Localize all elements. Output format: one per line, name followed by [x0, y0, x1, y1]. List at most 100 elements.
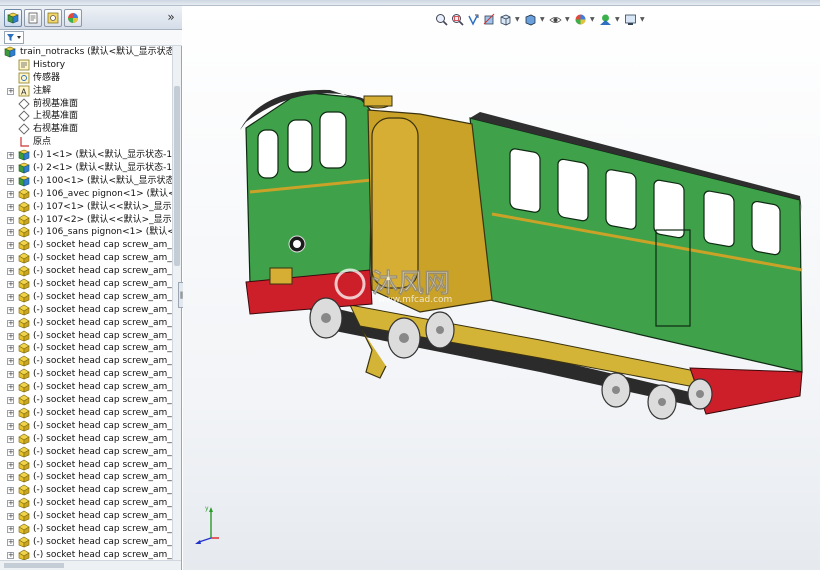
tree-item[interactable]: + (-) 2<1> (默认<默认_显示状态-1>: [0, 162, 172, 175]
expand-toggle-icon[interactable]: +: [7, 332, 14, 340]
tree-item[interactable]: + (-) 106_sans pignon<1> (默认<<: [0, 226, 172, 239]
part-icon: [18, 240, 30, 251]
tree-item[interactable]: + (-) socket head cap screw_am_B: [0, 278, 172, 291]
tree-item[interactable]: + (-) socket head cap screw_am_B: [0, 265, 172, 278]
expand-toggle-icon[interactable]: +: [7, 551, 14, 559]
tree-item[interactable]: + (-) socket head cap screw_am_B: [0, 355, 172, 368]
tree-root-assembly[interactable]: train_notracks (默认<默认_显示状态-: [0, 46, 172, 59]
displaymanager-tab-icon[interactable]: [64, 9, 82, 27]
expand-toggle-icon[interactable]: +: [7, 538, 14, 546]
tree-item[interactable]: + (-) socket head cap screw_am_B: [0, 252, 172, 265]
tree-horizontal-scrollbar[interactable]: [0, 560, 181, 570]
expand-toggle-icon[interactable]: +: [7, 422, 14, 430]
expand-toggle-icon[interactable]: +: [7, 345, 14, 353]
tree-item[interactable]: + (-) socket head cap screw_am_B: [0, 291, 172, 304]
tree-item[interactable]: + (-) socket head cap screw_am_B: [0, 304, 172, 317]
tree-item[interactable]: + (-) socket head cap screw_am_B: [0, 471, 172, 484]
filter-button[interactable]: [4, 31, 24, 44]
svg-text:A: A: [21, 87, 27, 96]
expand-toggle-icon[interactable]: +: [7, 165, 14, 173]
tree-item[interactable]: + (-) socket head cap screw_am_B: [0, 239, 172, 252]
graphics-viewport[interactable]: ▼ ▼ ▼ ▼ ▼ ▼ 沐风网 www.mfcad.com y: [183, 6, 820, 570]
expand-toggle-icon[interactable]: +: [7, 281, 14, 289]
expand-toggle-icon[interactable]: +: [7, 474, 14, 482]
tree-item-label: (-) socket head cap screw_am_B: [33, 317, 172, 328]
tree-item[interactable]: + (-) socket head cap screw_am_B: [0, 497, 172, 510]
expand-toggle-icon[interactable]: +: [7, 152, 14, 160]
tree-item[interactable]: 前视基准面: [0, 97, 172, 111]
expand-toggle-icon[interactable]: +: [7, 255, 14, 263]
tree-item[interactable]: + (-) socket head cap screw_am_B: [0, 368, 172, 381]
expand-toggle-icon[interactable]: +: [7, 268, 14, 276]
tree-item[interactable]: 原点: [0, 136, 172, 149]
tree-item[interactable]: + (-) socket head cap screw_am_B: [0, 317, 172, 330]
expand-toggle-icon[interactable]: +: [7, 409, 14, 417]
tree-item[interactable]: 传感器: [0, 72, 172, 85]
tree-item[interactable]: + (-) socket head cap screw_am_B: [0, 342, 172, 355]
tree-item-label: (-) 106_sans pignon<1> (默认<<: [33, 227, 172, 238]
expand-toggle-icon[interactable]: +: [7, 435, 14, 443]
part-icon: [18, 330, 30, 342]
tree-item[interactable]: 右视基准面: [0, 123, 172, 136]
tree-item[interactable]: + (-) socket head cap screw_am_B: [0, 381, 172, 394]
propertymanager-tab-icon[interactable]: [24, 9, 42, 27]
train-3d-model[interactable]: 沐风网 www.mfcad.com: [183, 6, 820, 570]
expand-toggle-icon[interactable]: +: [7, 513, 14, 521]
boiler-front-panel: [371, 117, 419, 289]
expand-toggle-icon[interactable]: +: [7, 203, 14, 211]
tree-item[interactable]: + (-) socket head cap screw_am_B: [0, 549, 172, 560]
tree-item[interactable]: + (-) socket head cap screw_am_B: [0, 433, 172, 446]
tree-item[interactable]: + (-) socket head cap screw_am_B: [0, 536, 172, 549]
expand-toggle-icon[interactable]: +: [7, 87, 14, 95]
expand-toggle-icon[interactable]: +: [7, 397, 14, 405]
tree-item-label: (-) 107<1> (默认<<默认>_显示状: [33, 201, 172, 212]
expand-toggle-icon[interactable]: +: [7, 371, 14, 379]
tree-item-label: (-) socket head cap screw_am_B: [33, 549, 172, 560]
part-icon: [18, 549, 30, 560]
sensor-icon: [18, 72, 30, 84]
expand-toggle-icon[interactable]: +: [7, 500, 14, 508]
part-icon: [18, 265, 30, 277]
tree-item[interactable]: + (-) socket head cap screw_am_B: [0, 510, 172, 523]
expand-toggle-icon[interactable]: +: [7, 216, 14, 224]
expand-toggle-icon[interactable]: +: [7, 358, 14, 366]
tree-item[interactable]: + (-) socket head cap screw_am_B: [0, 484, 172, 497]
expand-toggle-icon[interactable]: +: [7, 384, 14, 392]
configurationmanager-tab-icon[interactable]: [44, 9, 62, 27]
tree-item[interactable]: + (-) socket head cap screw_am_B: [0, 407, 172, 420]
expand-toggle-icon[interactable]: +: [7, 525, 14, 533]
scrollbar-thumb[interactable]: [4, 563, 64, 568]
tree-item-label: (-) socket head cap screw_am_B: [33, 523, 172, 534]
expand-toggle-icon[interactable]: +: [7, 319, 14, 327]
expand-toggle-icon[interactable]: +: [7, 190, 14, 198]
expand-toggle-icon[interactable]: +: [7, 461, 14, 469]
tree-item[interactable]: + (-) socket head cap screw_am_B: [0, 459, 172, 472]
scrollbar-thumb[interactable]: [174, 86, 180, 266]
buffer: [269, 267, 293, 285]
tree-item[interactable]: + (-) socket head cap screw_am_B: [0, 523, 172, 536]
expand-toggle-icon[interactable]: +: [7, 177, 14, 185]
expand-toggle-icon[interactable]: +: [7, 242, 14, 250]
expand-toggle-icon[interactable]: +: [7, 487, 14, 495]
expand-toggle-icon[interactable]: +: [7, 293, 14, 301]
headlamp-lens: [293, 240, 301, 248]
tree-item-label: (-) socket head cap screw_am_B: [33, 279, 172, 290]
tree-item[interactable]: + (-) socket head cap screw_am_B: [0, 330, 172, 343]
tree-item[interactable]: + (-) 100<1> (默认<默认_显示状态-: [0, 175, 172, 188]
tree-item[interactable]: History: [0, 59, 172, 72]
tree-item[interactable]: + (-) socket head cap screw_am_B: [0, 420, 172, 433]
tree-item[interactable]: + (-) 1<1> (默认<默认_显示状态-1>: [0, 149, 172, 162]
tree-item[interactable]: + (-) 106_avec pignon<1> (默认<<: [0, 188, 172, 201]
expand-toggle-icon[interactable]: +: [7, 448, 14, 456]
tree-item[interactable]: + (-) 107<2> (默认<<默认>_显示状: [0, 214, 172, 227]
part-icon: [18, 356, 30, 367]
tree-item[interactable]: + (-) socket head cap screw_am_B: [0, 446, 172, 459]
tree-item[interactable]: + (-) 107<1> (默认<<默认>_显示状: [0, 201, 172, 214]
tree-item[interactable]: + (-) socket head cap screw_am_B: [0, 394, 172, 407]
tree-item[interactable]: + A 注解: [0, 85, 172, 98]
expand-toggle-icon[interactable]: +: [7, 229, 14, 237]
tree-item[interactable]: 上视基准面: [0, 110, 172, 123]
expand-toggle-icon[interactable]: +: [7, 306, 14, 314]
collapse-panel-button[interactable]: »: [164, 9, 178, 25]
featuremanager-tab-icon[interactable]: [4, 9, 22, 27]
